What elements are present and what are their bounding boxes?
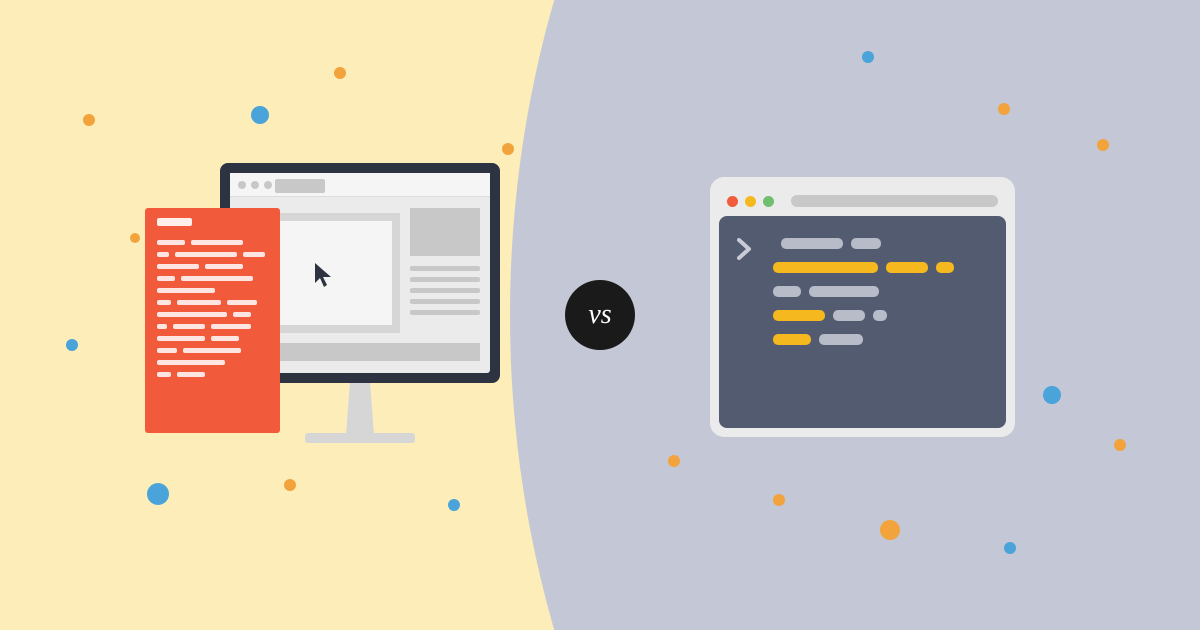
window-control-icon xyxy=(238,181,246,189)
code-line xyxy=(211,336,239,341)
code-line xyxy=(177,300,221,305)
prompt-chevron-icon xyxy=(737,238,755,260)
code-line xyxy=(243,252,265,257)
window-control-icon xyxy=(251,181,259,189)
monitor-base-icon xyxy=(305,433,415,443)
vs-label: vs xyxy=(588,299,611,331)
code-line xyxy=(157,324,167,329)
code-segment xyxy=(936,262,954,273)
code-segment xyxy=(819,334,863,345)
decorative-dot xyxy=(66,339,78,351)
code-segment xyxy=(773,334,811,345)
cursor-icon xyxy=(313,261,335,289)
decorative-dot xyxy=(1004,542,1016,554)
code-line xyxy=(211,324,251,329)
sidebar-line xyxy=(410,277,480,282)
code-segment xyxy=(781,238,843,249)
code-line xyxy=(173,324,205,329)
sidebar-panel xyxy=(410,208,480,321)
address-bar xyxy=(791,195,998,207)
code-segment xyxy=(773,310,825,321)
code-line xyxy=(157,312,227,317)
decorative-dot xyxy=(334,67,346,79)
bottom-bar xyxy=(245,343,480,361)
sidebar-line xyxy=(410,288,480,293)
vs-badge: vs xyxy=(565,280,635,350)
decorative-dot xyxy=(251,106,269,124)
code-line xyxy=(205,264,243,269)
code-line xyxy=(157,372,171,377)
decorative-dot xyxy=(862,51,874,63)
sidebar-line xyxy=(410,310,480,315)
code-segment xyxy=(833,310,865,321)
browser-titlebar xyxy=(230,173,490,197)
code-segment xyxy=(773,286,801,297)
code-segment xyxy=(773,262,878,273)
decorative-dot xyxy=(1097,139,1109,151)
terminal-window-icon xyxy=(710,177,1015,437)
code-line xyxy=(157,240,185,245)
code-line xyxy=(157,348,177,353)
decorative-dot xyxy=(1043,386,1061,404)
code-line xyxy=(157,252,169,257)
cli-illustration xyxy=(710,177,1015,437)
terminal-body xyxy=(719,216,1006,428)
decorative-dot xyxy=(448,499,460,511)
code-line xyxy=(157,360,225,365)
code-line xyxy=(175,252,237,257)
code-document-icon xyxy=(145,208,280,433)
doc-header xyxy=(157,218,192,226)
code-line xyxy=(157,288,215,293)
code-line xyxy=(177,372,205,377)
code-line xyxy=(157,336,205,341)
code-line xyxy=(181,276,253,281)
decorative-dot xyxy=(502,143,514,155)
code-line xyxy=(227,300,257,305)
sidebar-line xyxy=(410,266,480,271)
traffic-light-icon xyxy=(727,196,738,207)
decorative-dot xyxy=(1114,439,1126,451)
decorative-dot xyxy=(284,479,296,491)
code-line xyxy=(233,312,251,317)
code-segment xyxy=(851,238,881,249)
code-segment xyxy=(809,286,879,297)
sidebar-line xyxy=(410,299,480,304)
code-segment xyxy=(873,310,887,321)
code-segment xyxy=(886,262,928,273)
terminal-titlebar xyxy=(719,186,1006,216)
decorative-dot xyxy=(773,494,785,506)
decorative-dot xyxy=(147,483,169,505)
code-line xyxy=(157,276,175,281)
code-line xyxy=(183,348,241,353)
sidebar-block xyxy=(410,208,480,256)
code-line xyxy=(157,300,171,305)
decorative-dot xyxy=(880,520,900,540)
decorative-dot xyxy=(668,455,680,467)
traffic-light-icon xyxy=(745,196,756,207)
decorative-dot xyxy=(130,233,140,243)
traffic-light-icon xyxy=(763,196,774,207)
decorative-dot xyxy=(998,103,1010,115)
decorative-dot xyxy=(83,114,95,126)
browser-tab xyxy=(275,179,325,193)
code-line xyxy=(157,264,199,269)
window-control-icon xyxy=(264,181,272,189)
code-line xyxy=(191,240,243,245)
